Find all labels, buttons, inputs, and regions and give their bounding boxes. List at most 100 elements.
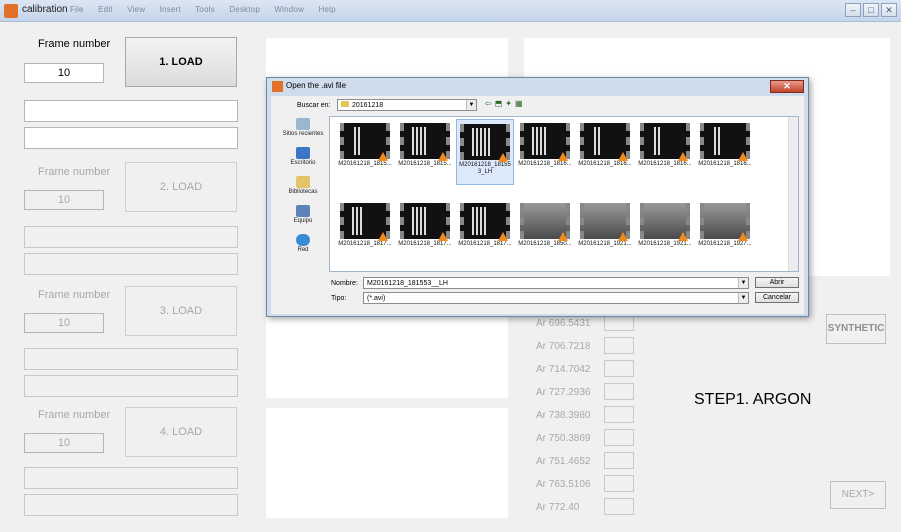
video-thumbnail-icon [400,203,450,241]
argon-line-input[interactable] [604,429,634,446]
frame-number-input-2[interactable]: 10 [24,190,104,210]
menu-window[interactable]: Window [274,5,304,14]
file-list-scrollbar[interactable] [788,117,798,271]
frame-number-label-2: Frame number [38,166,111,178]
file-path-field-4a[interactable] [24,467,238,489]
argon-line-input[interactable] [604,452,634,469]
file-path-field-2b[interactable] [24,253,238,275]
argon-line-input[interactable] [604,337,634,354]
video-thumbnail-icon [700,123,750,161]
synthetic-button[interactable]: SYNTHETIC [826,314,886,344]
menu-edit[interactable]: Edit [98,5,113,14]
look-in-dropdown[interactable]: 20161218 ▼ [337,99,477,111]
close-button[interactable]: ✕ [881,3,897,17]
file-path-field-1b[interactable] [24,127,238,149]
cancel-button[interactable]: Cancelar [755,292,799,303]
load-button-1[interactable]: 1. LOAD [125,37,237,87]
frame-number-input-3[interactable]: 10 [24,313,104,333]
file-item[interactable]: M20161218_1817... [396,199,454,265]
file-item[interactable]: M20161218_1816... [636,119,694,185]
libraries-icon [296,176,310,188]
place-recent[interactable]: Sitios recientes [279,118,327,145]
argon-line-label: Ar 727.2936 [536,387,591,398]
menu-insert[interactable]: Insert [160,5,181,14]
file-item[interactable]: M20161218_1921... [576,199,634,265]
open-file-dialog: Open the .avi file ✕ Buscar en: 20161218… [266,77,809,317]
new-folder-icon[interactable]: ✦ [505,99,515,108]
file-item[interactable]: M20161218_1817... [336,199,394,265]
argon-line-input[interactable] [604,406,634,423]
file-name-input[interactable]: M20161218_181553__LH ▼ [363,277,749,289]
chevron-down-icon: ▼ [738,278,748,288]
argon-line-label: Ar 750.3869 [536,433,591,444]
file-name: M20161218_1921... [638,241,692,247]
frame-number-label-4: Frame number [38,409,111,421]
menu-help[interactable]: Help [319,5,336,14]
file-name: M20161218_1921... [578,241,632,247]
file-path-field-1a[interactable] [24,100,238,122]
frame-number-input-4[interactable]: 10 [24,433,104,453]
vlc-icon [738,232,748,241]
video-thumbnail-icon [580,203,630,241]
vlc-icon [678,152,688,161]
menu-tools[interactable]: Tools [195,5,215,14]
argon-line-input[interactable] [604,360,634,377]
argon-line-label: Ar 751.4652 [536,456,591,467]
chevron-down-icon: ▼ [738,293,748,303]
dialog-close-button[interactable]: ✕ [770,80,804,93]
file-name: M20161218_1817... [398,241,452,247]
file-path-field-3b[interactable] [24,375,238,397]
load-button-4[interactable]: 4. LOAD [125,407,237,457]
open-button[interactable]: Abrir [755,277,799,288]
maximize-button[interactable]: □ [863,3,879,17]
file-path-field-2a[interactable] [24,226,238,248]
file-item[interactable]: M20161218_1815... [396,119,454,185]
frame-number-input-1[interactable]: 10 [24,63,104,83]
argon-line-input[interactable] [604,475,634,492]
nav-toolbar[interactable]: ⇦⬒✦▦ [485,99,526,108]
load-button-2[interactable]: 2. LOAD [125,162,237,212]
place-computer[interactable]: Equipo [279,205,327,232]
video-thumbnail-icon [640,123,690,161]
file-type-dropdown[interactable]: (*.avi) ▼ [363,292,749,304]
file-item[interactable]: M20161218_1815... [336,119,394,185]
file-item[interactable]: M20161218_1817... [456,199,514,265]
argon-line-input[interactable] [604,383,634,400]
file-name: M20161218_1927... [698,241,752,247]
argon-line-input[interactable] [604,498,634,515]
menu-file[interactable]: File [70,5,84,14]
file-item[interactable]: M20161218_1850... [516,199,574,265]
file-item[interactable]: M20161218_1816... [576,119,634,185]
up-folder-icon[interactable]: ⬒ [495,99,506,108]
place-network[interactable]: Red [279,234,327,261]
argon-line-label: Ar 706.7218 [536,341,591,352]
file-path-field-4b[interactable] [24,494,238,516]
file-name: M20161218_1815... [338,161,392,167]
matlab-icon [272,81,283,92]
preview-panel-2 [266,408,508,518]
menu-desktop[interactable]: Desktop [229,5,260,14]
minimize-button[interactable]: – [845,3,861,17]
video-thumbnail-icon [700,203,750,241]
place-desktop[interactable]: Escritorio [279,147,327,174]
next-button[interactable]: NEXT> [830,481,886,509]
file-name: M20161218_1815... [398,161,452,167]
menu-view[interactable]: View [127,5,145,14]
file-item[interactable]: M20161218_1921... [636,199,694,265]
file-item[interactable]: M20161218_1816... [516,119,574,185]
file-item[interactable]: M20161218_181553_LH [456,119,514,185]
file-path-field-3a[interactable] [24,348,238,370]
vlc-icon [438,232,448,241]
window-title: calibration [22,4,68,15]
view-menu-icon[interactable]: ▦ [515,99,526,108]
recent-places-icon [296,118,310,130]
file-item[interactable]: M20161218_1927... [696,199,754,265]
place-libraries[interactable]: Bibliotecas [279,176,327,203]
argon-line-label: Ar 714.7042 [536,364,591,375]
network-icon [296,234,310,246]
load-button-3[interactable]: 3. LOAD [125,286,237,336]
video-thumbnail-icon [640,203,690,241]
file-item[interactable]: M20161218_1816... [696,119,754,185]
back-icon[interactable]: ⇦ [485,99,495,108]
vlc-icon [378,152,388,161]
